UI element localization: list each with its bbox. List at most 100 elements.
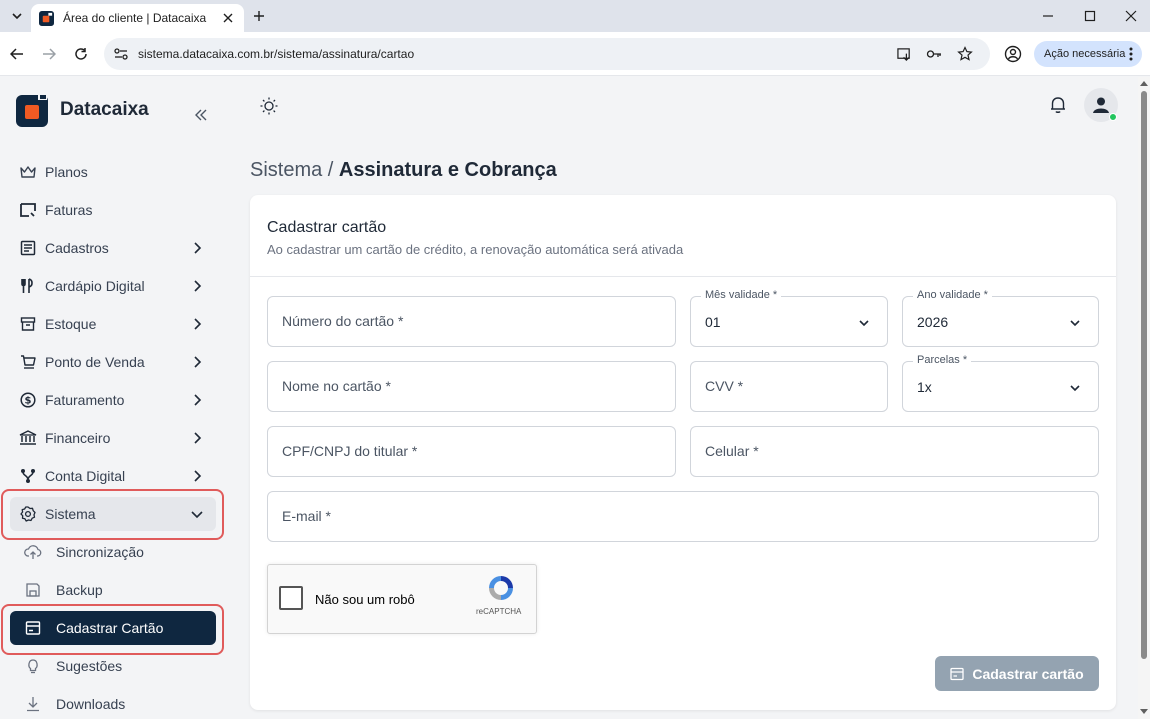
sidebar-item-financeiro[interactable]: Financeiro [10,421,216,455]
email-input[interactable]: E-mail * [267,491,1099,542]
brand-name: Datacaixa [60,99,149,120]
recaptcha-label: Não sou um robô [315,592,415,607]
site-info-icon[interactable] [113,46,129,62]
document-input[interactable]: CPF/CNPJ do titular * [267,426,676,477]
recaptcha-logo-icon [489,576,513,600]
utensils-icon [19,277,37,295]
sidebar-item-faturas[interactable]: Faturas [10,193,216,227]
browser-tab-bar: Área do cliente | Datacaixa [0,0,1150,32]
expiry-month-select[interactable]: Mês validade * 01 [690,289,888,347]
cloud-upload-icon [24,543,42,561]
lightbulb-icon [24,657,42,675]
scroll-up-icon[interactable] [1140,80,1148,86]
cardholder-name-placeholder: Nome no cartão * [282,378,391,394]
recaptcha-checkbox[interactable] [279,586,303,610]
chevron-down-icon [1070,320,1080,327]
bookmark-star-icon[interactable] [957,46,973,62]
sidebar-item-label: Ponto de Venda [45,354,145,370]
phone-input[interactable]: Celular * [690,426,1099,477]
browser-tab[interactable]: Área do cliente | Datacaixa [31,4,244,32]
sidebar-item-label: Estoque [45,316,97,332]
new-tab-icon[interactable] [250,7,268,25]
action-required-label: Ação necessária [1044,48,1126,60]
scrollbar-thumb[interactable] [1141,91,1147,659]
install-app-icon[interactable] [896,46,912,62]
sidebar-subitem-downloads[interactable]: Downloads [10,687,216,719]
card-number-input[interactable]: Número do cartão * [267,296,676,347]
minimize-icon[interactable] [1038,6,1058,26]
expiry-year-select[interactable]: Ano validade * 2026 [902,289,1099,347]
browser-toolbar: sistema.datacaixa.com.br/sistema/assinat… [0,32,1150,76]
sidebar-item-cardapio-digital[interactable]: Cardápio Digital [10,269,216,303]
sidebar-item-cadastros[interactable]: Cadastros [10,231,216,265]
datacaixa-favicon-icon [39,10,54,26]
svg-text:$: $ [25,396,32,407]
back-arrow-icon[interactable] [8,45,26,63]
sidebar-item-faturamento[interactable]: $ Faturamento [10,383,216,417]
sidebar-subitem-label: Sugestões [56,658,123,674]
sidebar-subitem-label: Backup [56,582,103,598]
sidebar-item-estoque[interactable]: Estoque [10,307,216,341]
installments-value: 1x [917,379,932,395]
user-icon [1093,97,1109,113]
expiry-month-value: 01 [705,314,721,330]
sidebar-item-label: Cadastros [45,240,109,256]
chevron-down-icon [859,320,869,327]
chevron-right-icon [194,280,202,292]
chevron-down-icon [1070,385,1080,392]
highlight-outline-sistema [1,489,224,540]
card-number-placeholder: Número do cartão * [282,313,404,329]
address-bar[interactable]: sistema.datacaixa.com.br/sistema/assinat… [104,38,990,70]
scroll-down-icon[interactable] [1140,709,1148,715]
email-placeholder: E-mail * [282,508,332,524]
branch-icon [19,467,37,485]
sidebar-subitem-sincronizacao[interactable]: Sincronização [10,535,216,569]
main-content: Sistema / Assinatura e Cobrança Cadastra… [232,77,1138,719]
card-subtitle: Ao cadastrar um cartão de crédito, a ren… [267,242,684,257]
card-title: Cadastrar cartão [267,219,387,236]
installments-label: Parcelas * [913,354,972,366]
invoice-icon [19,201,37,219]
reload-icon[interactable] [72,45,90,63]
notification-bell-icon[interactable] [1048,95,1068,115]
expiry-month-label: Mês validade * [701,289,782,301]
password-key-icon[interactable] [926,46,942,62]
tab-close-icon[interactable] [220,10,236,26]
collapse-sidebar-icon[interactable] [193,107,209,123]
cardholder-name-input[interactable]: Nome no cartão * [267,361,676,412]
profile-icon[interactable] [1004,45,1022,63]
chevron-right-icon [194,394,202,406]
maximize-icon[interactable] [1080,6,1100,26]
theme-toggle-sun-icon[interactable] [259,96,279,116]
close-window-icon[interactable] [1121,6,1141,26]
chevron-right-icon [194,242,202,254]
cvv-input[interactable]: CVV * [690,361,888,412]
credit-card-icon [950,667,965,680]
forward-arrow-icon[interactable] [40,45,58,63]
tab-search-chevron-icon[interactable] [8,7,26,25]
sidebar-subitem-label: Downloads [56,696,126,712]
page-title: Sistema / Assinatura e Cobrança [250,159,557,182]
register-card-submit-button[interactable]: Cadastrar cartão [935,656,1099,691]
action-required-button[interactable]: Ação necessária [1034,41,1142,67]
sidebar-item-conta-digital[interactable]: Conta Digital [10,459,216,493]
submit-button-label: Cadastrar cartão [972,665,1084,682]
list-icon [19,239,37,257]
user-avatar[interactable] [1084,88,1118,122]
sidebar-item-label: Cardápio Digital [45,278,145,294]
chevron-right-icon [194,470,202,482]
chevron-right-icon [194,318,202,330]
sidebar-subitem-backup[interactable]: Backup [10,573,216,607]
sidebar-item-planos[interactable]: Planos [10,155,216,189]
sidebar-item-ponto-de-venda[interactable]: Ponto de Venda [10,345,216,379]
recaptcha-brand: reCAPTCHA [476,607,522,616]
sidebar-item-label: Faturamento [45,392,125,408]
card-header: Cadastrar cartão Ao cadastrar um cartão … [250,195,1116,277]
installments-select[interactable]: Parcelas * 1x [902,354,1099,412]
bank-icon [19,429,37,447]
page-scrollbar[interactable] [1138,77,1150,719]
expiry-year-label: Ano validade * [913,289,992,301]
brand[interactable]: Datacaixa [16,93,149,127]
chevron-right-icon [194,432,202,444]
breadcrumb-root: Sistema / [250,159,339,181]
